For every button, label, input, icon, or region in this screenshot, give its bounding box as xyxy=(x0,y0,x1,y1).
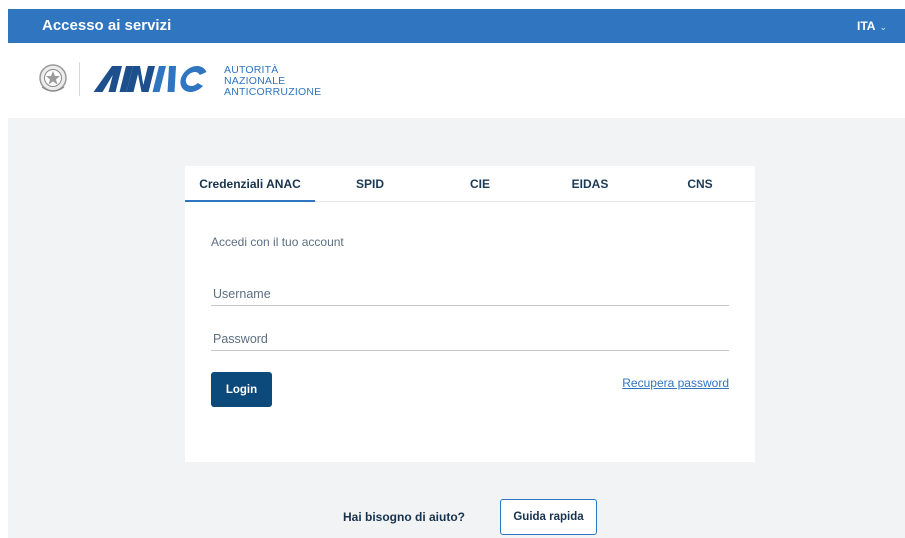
app-title: Accesso ai servizi xyxy=(42,17,172,34)
recover-password-link[interactable]: Recupera password xyxy=(622,376,729,390)
tab-cie[interactable]: CIE xyxy=(425,166,535,202)
password-input[interactable] xyxy=(211,327,729,351)
language-label: ITA xyxy=(857,19,876,33)
auth-method-tabs: Credenziali ANAC SPID CIE EIDAS CNS xyxy=(185,166,755,202)
form-subtitle: Accedi con il tuo account xyxy=(211,235,344,249)
login-card: Credenziali ANAC SPID CIE EIDAS CNS Acce… xyxy=(185,166,755,462)
language-selector[interactable]: ITA ⌄ xyxy=(857,19,887,33)
republic-emblem-icon xyxy=(39,64,67,92)
tab-credenziali-anac[interactable]: Credenziali ANAC xyxy=(185,166,315,202)
tab-cns[interactable]: CNS xyxy=(645,166,755,202)
main-content: Credenziali ANAC SPID CIE EIDAS CNS Acce… xyxy=(8,118,905,538)
quick-guide-button[interactable]: Guida rapida xyxy=(500,499,597,535)
username-input[interactable] xyxy=(211,282,729,306)
brand-divider xyxy=(79,62,80,96)
top-bar: Accesso ai servizi ITA ⌄ xyxy=(8,9,905,43)
chevron-down-icon: ⌄ xyxy=(879,22,887,32)
brand-header: AUTORITÀ NAZIONALE ANTICORRUZIONE xyxy=(38,58,358,104)
tab-spid[interactable]: SPID xyxy=(315,166,425,202)
agency-name: AUTORITÀ NAZIONALE ANTICORRUZIONE xyxy=(224,64,322,98)
anac-logo xyxy=(93,66,207,92)
tab-eidas[interactable]: EIDAS xyxy=(535,166,645,202)
help-question: Hai bisogno di aiuto? xyxy=(343,510,465,524)
login-button[interactable]: Login xyxy=(211,372,272,407)
